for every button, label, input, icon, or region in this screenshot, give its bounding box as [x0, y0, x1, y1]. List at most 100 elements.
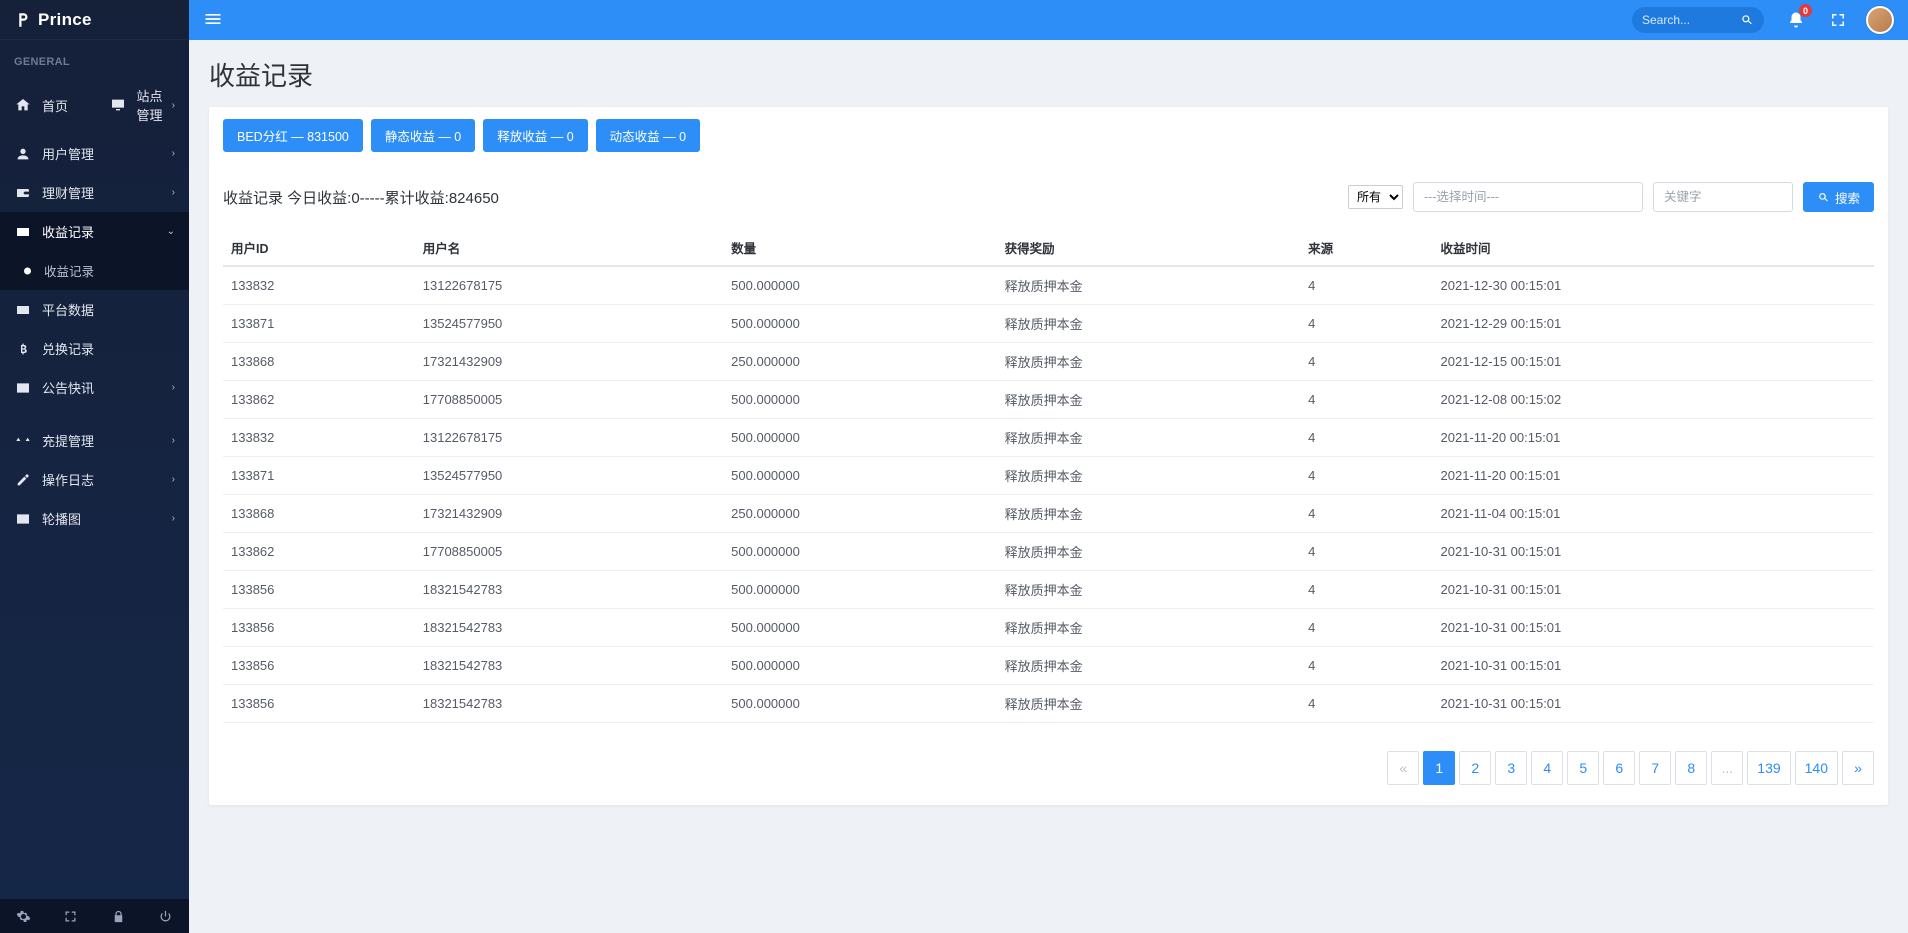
page-number-button[interactable]: 5 [1567, 751, 1599, 785]
page-next-button[interactable]: » [1842, 751, 1874, 785]
global-search[interactable] [1632, 7, 1764, 33]
table-cell: 17321432909 [415, 343, 723, 381]
page-number-button[interactable]: 7 [1639, 751, 1671, 785]
table-cell: 250.000000 [723, 495, 996, 533]
page-number-button[interactable]: 8 [1675, 751, 1707, 785]
sidebar-item-site[interactable]: 站点管理 › [95, 76, 190, 134]
app-logo[interactable]: Prince [0, 0, 189, 40]
sidebar-item-home[interactable]: 首页 [0, 76, 95, 134]
nav: 首页 站点管理 › 用户管理 › 理财管理 › 收益记录 [0, 76, 189, 538]
search-button[interactable]: 搜索 [1803, 182, 1874, 212]
table-cell: 2021-12-29 00:15:01 [1433, 305, 1874, 343]
table-cell: 17708850005 [415, 381, 723, 419]
page-number-button[interactable]: 2 [1459, 751, 1491, 785]
power-icon [158, 909, 173, 924]
hamburger-icon [203, 9, 223, 29]
sidebar-item-platformdata[interactable]: 平台数据 [0, 290, 189, 329]
page-ellipsis: ... [1711, 751, 1743, 785]
table-cell: 4 [1300, 305, 1432, 343]
sidebar-item-notice[interactable]: 公告快讯 › [0, 368, 189, 407]
chevron-down-icon: ⌄ [167, 226, 175, 237]
fullscreen-button[interactable] [1824, 6, 1852, 34]
sidebar-item-revenue[interactable]: 收益记录 ⌄ [0, 212, 189, 251]
page-number-button[interactable]: 140 [1795, 751, 1838, 785]
main-card: BED分红 — 831500静态收益 — 0释放收益 — 0 动态收益 — 0 收… [209, 107, 1888, 805]
page-number-button[interactable]: 139 [1747, 751, 1790, 785]
chevron-right-icon: › [172, 148, 175, 159]
pill-tab[interactable]: 释放收益 — 0 [483, 119, 587, 152]
table-row[interactable]: 13387113524577950500.000000释放质押本金42021-1… [223, 305, 1874, 343]
date-input[interactable] [1413, 182, 1643, 212]
table-cell: 133862 [223, 533, 415, 571]
table-cell: 133856 [223, 571, 415, 609]
pagination: «12345678...139140» [223, 751, 1874, 785]
table-row[interactable]: 13385618321542783500.000000释放质押本金42021-1… [223, 609, 1874, 647]
sidebar-item-finance[interactable]: 理财管理 › [0, 173, 189, 212]
table-cell: 500.000000 [723, 305, 996, 343]
search-input[interactable] [1642, 13, 1732, 27]
table-cell: 500.000000 [723, 685, 996, 723]
sidebar-item-exchange[interactable]: 兑换记录 [0, 329, 189, 368]
revenue-table: 用户ID用户名数量获得奖励来源收益时间 13383213122678175500… [223, 230, 1874, 723]
pill-tab[interactable]: 静态收益 — 0 [371, 119, 475, 152]
footer-power-button[interactable] [142, 899, 189, 933]
sidebar-subitem-revenue-records[interactable]: 收益记录 [0, 251, 189, 290]
table-cell: 4 [1300, 495, 1432, 533]
table-row[interactable]: 13386217708850005500.000000释放质押本金42021-1… [223, 381, 1874, 419]
sidebar-item-recharge[interactable]: 充提管理 › [0, 421, 189, 460]
summary-text: 收益记录 今日收益:0-----累计收益:824650 [223, 187, 499, 208]
table-cell: 释放质押本金 [997, 457, 1301, 495]
filter-select[interactable]: 所有 [1348, 185, 1403, 209]
footer-fullscreen-button[interactable] [47, 899, 94, 933]
column-header: 获得奖励 [997, 230, 1301, 266]
table-cell: 133862 [223, 381, 415, 419]
chevron-right-icon: › [172, 100, 175, 111]
sidebar-item-label: 收益记录 [42, 222, 94, 241]
column-header: 用户ID [223, 230, 415, 266]
page-number-button[interactable]: 6 [1603, 751, 1635, 785]
nav-section-title: GENERAL [0, 40, 189, 76]
sidebar-item-carousel[interactable]: 轮播图 › [0, 499, 189, 538]
table-cell: 2021-10-31 00:15:01 [1433, 571, 1874, 609]
page-number-button[interactable]: 1 [1423, 751, 1455, 785]
footer-settings-button[interactable] [0, 899, 47, 933]
table-row[interactable]: 13387113524577950500.000000释放质押本金42021-1… [223, 457, 1874, 495]
sidebar-item-label: 用户管理 [42, 144, 94, 163]
chevron-right-icon: › [172, 513, 175, 524]
table-cell: 释放质押本金 [997, 495, 1301, 533]
page-number-button[interactable]: 3 [1495, 751, 1527, 785]
sidebar-item-oplog[interactable]: 操作日志 › [0, 460, 189, 499]
column-header: 用户名 [415, 230, 723, 266]
table-row[interactable]: 13385618321542783500.000000释放质押本金42021-1… [223, 571, 1874, 609]
scale-icon [14, 432, 32, 450]
table-row[interactable]: 13386817321432909250.000000释放质押本金42021-1… [223, 495, 1874, 533]
keyword-input[interactable] [1653, 182, 1793, 212]
table-row[interactable]: 13386817321432909250.000000释放质押本金42021-1… [223, 343, 1874, 381]
user-avatar[interactable] [1866, 6, 1894, 34]
table-cell: 4 [1300, 609, 1432, 647]
pill-tab[interactable]: BED分红 — 831500 [223, 119, 363, 152]
table-cell: 释放质押本金 [997, 533, 1301, 571]
page-number-button[interactable]: 4 [1531, 751, 1563, 785]
table-cell: 133832 [223, 266, 415, 305]
sidebar-item-label: 站点管理 [137, 86, 172, 124]
table-cell: 4 [1300, 533, 1432, 571]
table-row[interactable]: 13383213122678175500.000000释放质押本金42021-1… [223, 266, 1874, 305]
user-icon [14, 145, 32, 163]
table-row[interactable]: 13385618321542783500.000000释放质押本金42021-1… [223, 647, 1874, 685]
notifications-button[interactable]: 0 [1782, 6, 1810, 34]
footer-lock-button[interactable] [95, 899, 142, 933]
table-cell: 2021-10-31 00:15:01 [1433, 533, 1874, 571]
table-row[interactable]: 13385618321542783500.000000释放质押本金42021-1… [223, 685, 1874, 723]
table-cell: 2021-11-20 00:15:01 [1433, 419, 1874, 457]
table-row[interactable]: 13386217708850005500.000000释放质押本金42021-1… [223, 533, 1874, 571]
toolbar: 收益记录 今日收益:0-----累计收益:824650 所有 搜索 [223, 182, 1874, 212]
table-row[interactable]: 13383213122678175500.000000释放质押本金42021-1… [223, 419, 1874, 457]
sidebar-item-label: 平台数据 [42, 300, 94, 319]
sidebar-item-label: 理财管理 [42, 183, 94, 202]
page-prev-button[interactable]: « [1387, 751, 1419, 785]
sidebar-item-user[interactable]: 用户管理 › [0, 134, 189, 173]
table-cell: 133868 [223, 343, 415, 381]
hamburger-button[interactable] [203, 9, 223, 32]
pill-tab[interactable]: 动态收益 — 0 [596, 119, 700, 152]
